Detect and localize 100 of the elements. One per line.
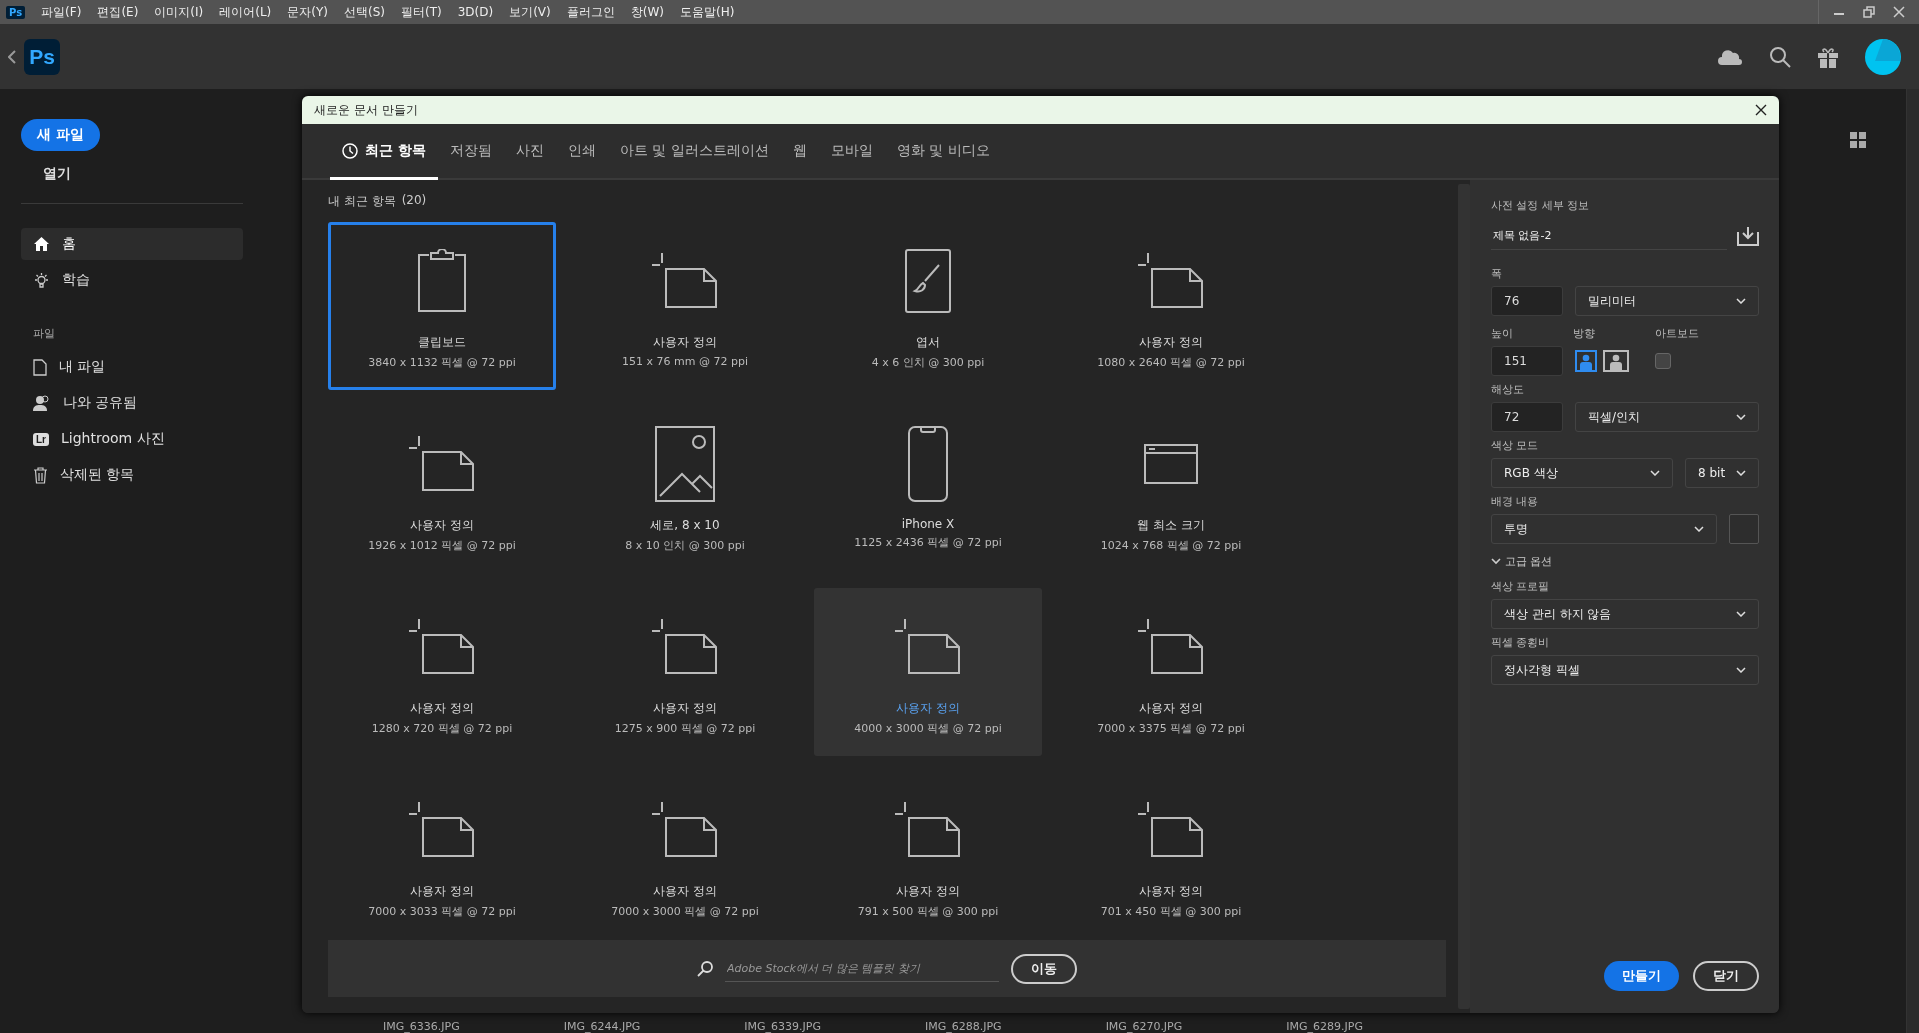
resolution-field[interactable]: 72 xyxy=(1491,402,1563,432)
menu-item[interactable]: 보기(V) xyxy=(501,3,559,21)
menu-item[interactable]: 창(W) xyxy=(622,3,672,21)
menu-item[interactable]: 3D(D) xyxy=(449,5,502,19)
preset-size: 8 x 10 인치 @ 300 ppi xyxy=(625,538,745,553)
background-dropdown[interactable]: 투명 xyxy=(1491,514,1717,544)
preset-card[interactable]: 사용자 정의 7000 x 3375 픽셀 @ 72 ppi xyxy=(1057,588,1285,756)
color-profile-dropdown[interactable]: 색상 관리 하지 않음 xyxy=(1491,599,1759,629)
file-name: IMG_6270.JPG xyxy=(1105,1020,1183,1033)
advanced-options-toggle[interactable]: 고급 옵션 xyxy=(1491,554,1759,569)
grid-view-icon[interactable] xyxy=(1850,132,1866,148)
landscape-button[interactable] xyxy=(1603,350,1629,372)
preset-card[interactable]: 사용자 정의 7000 x 3000 픽셀 @ 72 ppi xyxy=(571,771,799,939)
preset-card[interactable]: 사용자 정의 1280 x 720 픽셀 @ 72 ppi xyxy=(328,588,556,756)
go-button[interactable]: 이동 xyxy=(1011,953,1077,984)
menu-item[interactable]: 편집(E) xyxy=(89,3,147,21)
save-preset-icon[interactable] xyxy=(1737,226,1759,246)
preset-card[interactable]: 세로, 8 x 10 8 x 10 인치 @ 300 ppi xyxy=(571,405,799,573)
menu-item[interactable]: 선택(S) xyxy=(336,3,393,21)
field-label: 픽셀 종횡비 xyxy=(1491,635,1551,650)
artboard-checkbox[interactable] xyxy=(1655,353,1671,369)
chevron-icon xyxy=(1694,526,1704,532)
chevron-icon xyxy=(1491,558,1501,565)
new-file-button[interactable]: 새 파일 xyxy=(21,119,100,151)
menu-item[interactable]: 문자(Y) xyxy=(279,3,336,21)
restore-icon[interactable] xyxy=(1863,6,1875,18)
menu-item[interactable]: 필터(T) xyxy=(393,3,450,21)
tab[interactable]: 모바일 xyxy=(818,124,885,180)
cloud-icon[interactable] xyxy=(1717,47,1743,66)
preset-size: 7000 x 3375 픽셀 @ 72 ppi xyxy=(1097,721,1245,736)
preset-card[interactable]: 사용자 정의 1926 x 1012 픽셀 @ 72 ppi xyxy=(328,405,556,573)
create-button[interactable]: 만들기 xyxy=(1604,961,1679,991)
tab[interactable]: 사진 xyxy=(503,124,556,180)
sidebar-item[interactable]: 나와 공유됨 xyxy=(21,387,243,419)
close-icon[interactable] xyxy=(1755,104,1767,116)
preset-name: 세로, 8 x 10 xyxy=(650,517,720,534)
search-icon[interactable] xyxy=(1769,45,1791,68)
preset-name: 사용자 정의 xyxy=(410,883,474,900)
document-icon xyxy=(652,802,718,858)
preset-card[interactable]: 사용자 정의 4000 x 3000 픽셀 @ 72 ppi xyxy=(814,588,1042,756)
preset-size: 151 x 76 mm @ 72 ppi xyxy=(622,355,748,368)
preset-card[interactable]: 사용자 정의 1275 x 900 픽셀 @ 72 ppi xyxy=(571,588,799,756)
menu-item[interactable]: 도움말(H) xyxy=(672,3,743,21)
preset-size: 7000 x 3000 픽셀 @ 72 ppi xyxy=(611,904,759,919)
sidebar-item[interactable]: Lr Lightroom 사진 xyxy=(21,423,243,455)
color-swatch[interactable] xyxy=(1729,514,1759,544)
preset-card[interactable]: 사용자 정의 791 x 500 픽셀 @ 300 ppi xyxy=(814,771,1042,939)
document-icon xyxy=(895,619,961,675)
open-link[interactable]: 열기 xyxy=(21,151,71,183)
preset-card[interactable]: 사용자 정의 7000 x 3033 픽셀 @ 72 ppi xyxy=(328,771,556,939)
preset-name: 사용자 정의 xyxy=(896,700,960,717)
tab[interactable]: 인쇄 xyxy=(555,124,608,180)
field-label: 방향 xyxy=(1573,326,1596,341)
preset-size: 4000 x 3000 픽셀 @ 72 ppi xyxy=(854,721,1002,736)
portrait-button[interactable] xyxy=(1575,350,1597,372)
stock-search-field[interactable]: Adobe Stock에서 더 많은 템플릿 찾기 xyxy=(725,955,999,982)
tab[interactable]: 아트 및 일러스트레이션 xyxy=(607,124,781,180)
unit-dropdown[interactable]: 픽셀/인치 xyxy=(1575,402,1759,432)
preset-card[interactable]: 사용자 정의 1080 x 2640 픽셀 @ 72 ppi xyxy=(1057,222,1285,390)
preset-card[interactable]: 클립보드 3840 x 1132 픽셀 @ 72 ppi xyxy=(328,222,556,390)
tab[interactable]: 저장됨 xyxy=(437,124,504,180)
chevron-icon xyxy=(1650,470,1660,476)
preset-size: 791 x 500 픽셀 @ 300 ppi xyxy=(857,904,999,919)
bit-depth-dropdown[interactable]: 8 bit xyxy=(1685,458,1759,488)
tab[interactable]: 웹 xyxy=(780,124,819,180)
width-field[interactable]: 76 xyxy=(1491,286,1563,316)
file-name: IMG_6244.JPG xyxy=(563,1020,641,1033)
menu-item[interactable]: 레이어(L) xyxy=(211,3,280,21)
sidebar-item[interactable]: 홈 xyxy=(21,228,243,260)
unit-dropdown[interactable]: 밀리미터 xyxy=(1575,286,1759,316)
menu-item[interactable]: 플러그인 xyxy=(558,3,623,21)
menu-item[interactable]: 파일(F) xyxy=(33,3,90,21)
gift-icon[interactable] xyxy=(1817,45,1839,68)
height-field[interactable]: 151 xyxy=(1491,346,1563,376)
color-mode-dropdown[interactable]: RGB 색상 xyxy=(1491,458,1673,488)
preset-name-field[interactable]: 제목 없음-2 xyxy=(1491,222,1727,250)
preset-card[interactable]: 웹 최소 크기 1024 x 768 픽셀 @ 72 ppi xyxy=(1057,405,1285,573)
tab[interactable]: 영화 및 비디오 xyxy=(884,124,1002,180)
preset-name: 클립보드 xyxy=(418,334,466,351)
pixel-aspect-dropdown[interactable]: 정사각형 픽셀 xyxy=(1491,655,1759,685)
preset-size: 4 x 6 인치 @ 300 ppi xyxy=(871,355,985,370)
document-icon xyxy=(652,253,718,309)
sidebar-item[interactable]: 삭제된 항목 xyxy=(21,459,243,491)
preset-card[interactable]: iPhone X 1125 x 2436 픽셀 @ 72 ppi xyxy=(814,405,1042,573)
back-icon[interactable] xyxy=(8,49,16,64)
close-button[interactable]: 닫기 xyxy=(1693,961,1759,991)
preset-card[interactable]: 엽서 4 x 6 인치 @ 300 ppi xyxy=(814,222,1042,390)
sidebar-item[interactable]: 내 파일 xyxy=(21,351,243,383)
dialog-title: 새로운 문서 만들기 xyxy=(314,101,418,119)
preset-card[interactable]: 사용자 정의 701 x 450 픽셀 @ 300 ppi xyxy=(1057,771,1285,939)
section-label: 파일 xyxy=(32,326,56,342)
file-icon xyxy=(33,358,47,376)
preset-size: 1080 x 2640 픽셀 @ 72 ppi xyxy=(1097,355,1245,370)
menu-item[interactable]: 이미지(I) xyxy=(146,3,212,21)
avatar-icon[interactable] xyxy=(1865,38,1901,75)
image-icon xyxy=(655,426,715,502)
preset-size: 7000 x 3033 픽셀 @ 72 ppi xyxy=(368,904,516,919)
sidebar-item[interactable]: 학습 xyxy=(21,264,243,296)
phone-icon xyxy=(908,426,948,502)
preset-card[interactable]: 사용자 정의 151 x 76 mm @ 72 ppi xyxy=(571,222,799,390)
